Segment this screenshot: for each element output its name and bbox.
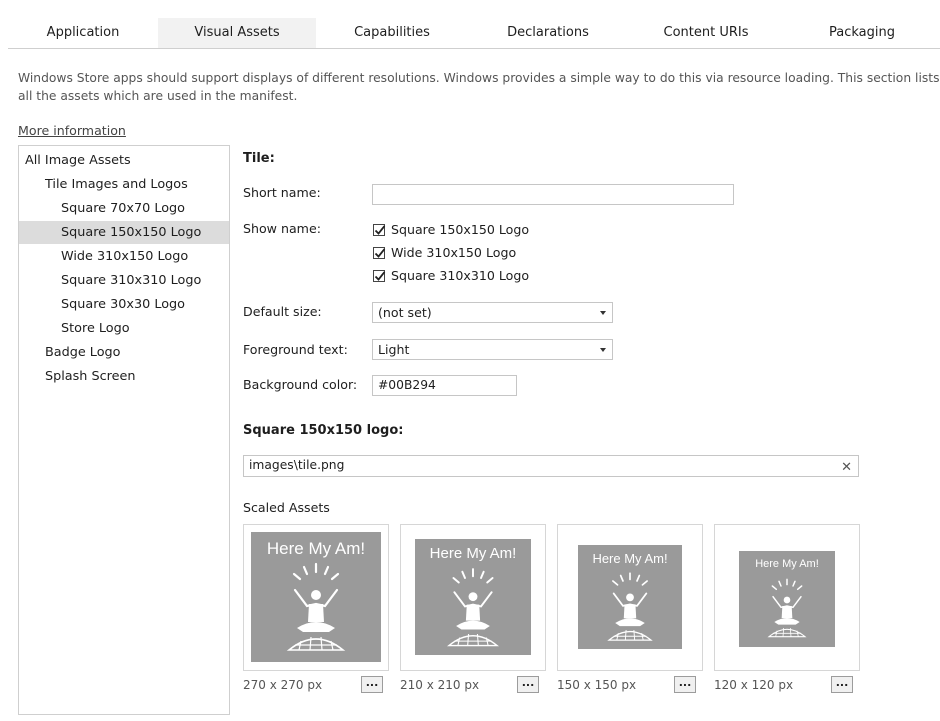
tree-item-wide-310x150-logo[interactable]: Wide 310x150 Logo <box>19 245 229 268</box>
more-information-link[interactable]: More information <box>18 123 126 138</box>
browse-button-270[interactable]: ... <box>361 676 383 693</box>
checkbox-checked-icon <box>373 269 386 282</box>
meditation-figure-icon <box>286 562 346 651</box>
asset-size-label: 120 x 120 px <box>714 678 794 692</box>
tile-image: Here My Am! <box>415 539 531 655</box>
tree-item-all-image-assets[interactable]: All Image Assets <box>19 149 235 172</box>
tile-heading: Tile: <box>243 151 275 166</box>
asset-card-120[interactable]: Here My Am! <box>714 524 860 671</box>
tree-item-badge-logo[interactable]: Badge Logo <box>19 341 229 364</box>
tree-item-square-70x70-logo[interactable]: Square 70x70 Logo <box>19 197 229 220</box>
show-name-square-310-checkbox[interactable]: Square 310x310 Logo <box>373 264 529 287</box>
tab-declarations[interactable]: Declarations <box>468 18 628 48</box>
show-name-wide-310-checkbox[interactable]: Wide 310x150 Logo <box>373 241 529 264</box>
meditation-figure-icon <box>446 568 500 647</box>
tree-item-square-150x150-logo[interactable]: Square 150x150 Logo <box>19 221 229 244</box>
tree-item-square-30x30-logo[interactable]: Square 30x30 Logo <box>19 293 229 316</box>
dropdown-caret-icon <box>600 348 606 352</box>
asset-size-label: 210 x 210 px <box>400 678 480 692</box>
default-size-select[interactable]: (not set) <box>372 302 613 323</box>
default-size-value: (not set) <box>378 305 432 320</box>
logo-path-value: images\tile.png <box>249 458 345 472</box>
tile-image: Here My Am! <box>251 532 381 662</box>
tree-item-tile-images-and-logos[interactable]: Tile Images and Logos <box>19 173 229 196</box>
tab-content-uris[interactable]: Content URIs <box>628 18 784 48</box>
tile-text: Here My Am! <box>429 545 517 562</box>
foreground-text-label: Foreground text: <box>243 342 348 357</box>
background-color-label: Background color: <box>243 377 358 392</box>
asset-card-150[interactable]: Here My Am! <box>557 524 703 671</box>
show-name-label: Show name: <box>243 221 321 236</box>
asset-size-label: 150 x 150 px <box>557 678 637 692</box>
foreground-text-value: Light <box>378 342 410 357</box>
meditation-figure-icon <box>767 578 807 638</box>
show-name-options: Square 150x150 Logo Wide 310x150 Logo Sq… <box>373 218 529 287</box>
logo-heading: Square 150x150 logo: <box>243 423 404 438</box>
asset-card-270[interactable]: Here My Am! <box>243 524 389 671</box>
foreground-text-select[interactable]: Light <box>372 339 613 360</box>
tab-capabilities[interactable]: Capabilities <box>316 18 468 48</box>
dropdown-caret-icon <box>600 311 606 315</box>
tile-image: Here My Am! <box>739 551 835 647</box>
tab-packaging[interactable]: Packaging <box>784 18 940 48</box>
asset-tree: All Image Assets Tile Images and Logos S… <box>18 145 230 715</box>
show-name-option-label: Square 310x310 Logo <box>391 268 530 283</box>
section-description: Windows Store apps should support displa… <box>18 71 940 103</box>
checkbox-checked-icon <box>373 246 386 259</box>
tree-item-splash-screen[interactable]: Splash Screen <box>19 365 229 388</box>
default-size-label: Default size: <box>243 304 322 319</box>
logo-path-input[interactable]: images\tile.png ✕ <box>243 455 859 477</box>
tile-text: Here My Am! <box>266 539 366 558</box>
browse-button-120[interactable]: ... <box>831 676 853 693</box>
background-color-input[interactable]: #00B294 <box>372 375 517 396</box>
tree-item-store-logo[interactable]: Store Logo <box>19 317 229 340</box>
short-name-label: Short name: <box>243 185 321 200</box>
tab-bar: Application Visual Assets Capabilities D… <box>8 18 940 49</box>
asset-size-label: 270 x 270 px <box>243 678 323 692</box>
show-name-option-label: Square 150x150 Logo <box>391 222 530 237</box>
tile-text: Here My Am! <box>755 558 819 570</box>
browse-button-210[interactable]: ... <box>517 676 539 693</box>
show-name-square-150-checkbox[interactable]: Square 150x150 Logo <box>373 218 529 241</box>
tile-text: Here My Am! <box>592 551 668 566</box>
tree-item-square-310x310-logo[interactable]: Square 310x310 Logo <box>19 269 229 292</box>
checkbox-checked-icon <box>373 223 386 236</box>
browse-button-150[interactable]: ... <box>674 676 696 693</box>
tab-application[interactable]: Application <box>8 18 158 48</box>
short-name-input[interactable] <box>372 184 734 205</box>
tile-image: Here My Am! <box>578 545 682 649</box>
tab-visual-assets[interactable]: Visual Assets <box>158 18 316 48</box>
clear-icon[interactable]: ✕ <box>841 458 852 477</box>
show-name-option-label: Wide 310x150 Logo <box>391 245 517 260</box>
asset-card-210[interactable]: Here My Am! <box>400 524 546 671</box>
meditation-figure-icon <box>607 572 653 641</box>
scaled-assets-label: Scaled Assets <box>243 500 330 515</box>
